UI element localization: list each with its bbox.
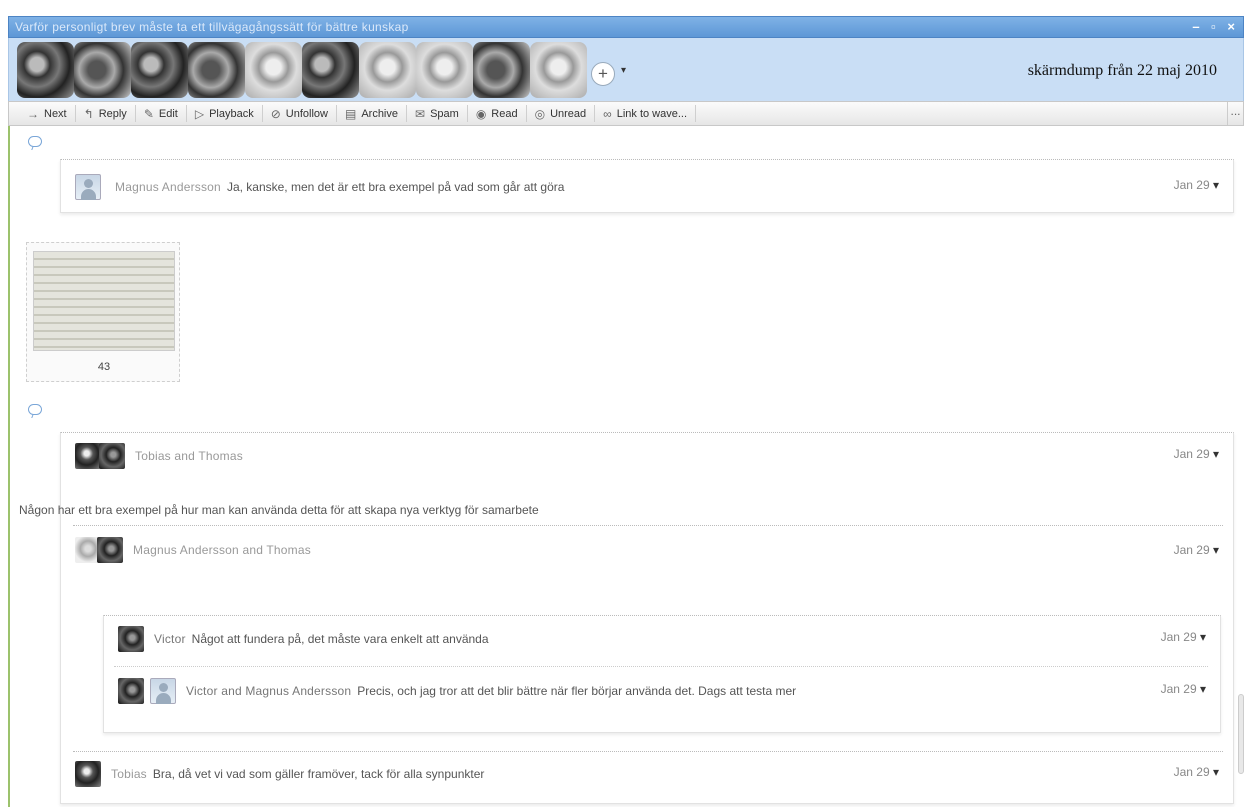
blip-date-menu[interactable]: Jan 29: [1161, 682, 1206, 696]
participant-avatar[interactable]: [530, 42, 587, 98]
comment-bubble-icon[interactable]: [28, 136, 42, 147]
blip-date-menu[interactable]: Jan 29: [1174, 178, 1219, 192]
blip-text: Ja, kanske, men det är ett bra exempel p…: [226, 180, 565, 194]
scrollbar[interactable]: [1238, 694, 1244, 774]
add-participant-button[interactable]: +: [591, 62, 615, 86]
eye-icon: ◉: [475, 106, 487, 121]
avatar: [97, 537, 123, 563]
unread-label: Unread: [550, 107, 587, 120]
unfollow-icon: ⊘: [270, 106, 281, 121]
blip-author: Victor and Magnus Andersson: [186, 684, 352, 698]
wave-content: Magnus Andersson Ja, kanske, men det är …: [8, 126, 1244, 807]
arrow-right-icon: →: [27, 106, 39, 121]
avatar: [75, 443, 101, 469]
blip-author: Tobias: [111, 767, 147, 781]
next-label: Next: [44, 107, 67, 120]
link-to-wave-button[interactable]: ∞ Link to wave...: [595, 105, 697, 122]
window-title-bar: Varför personligt brev måste ta ett till…: [8, 16, 1244, 38]
play-icon: ▷: [194, 106, 205, 121]
blip-header: Magnus Andersson Ja, kanske, men det är …: [75, 174, 564, 200]
participant-avatar[interactable]: [17, 42, 74, 98]
participant-avatar[interactable]: [473, 42, 530, 98]
blip-author: Tobias and Thomas: [135, 449, 243, 463]
participant-avatar[interactable]: [302, 42, 359, 98]
participant-avatar[interactable]: [245, 42, 302, 98]
spam-label: Spam: [430, 107, 459, 120]
blip-date-menu[interactable]: Jan 29: [1161, 630, 1206, 644]
link-to-wave-label: Link to wave...: [616, 107, 688, 120]
spam-icon: ✉: [415, 106, 426, 121]
blip-date-menu[interactable]: Jan 29: [1174, 447, 1219, 461]
attachment-image: [33, 251, 175, 351]
blip-text: Något att fundera på, det måste vara enk…: [191, 632, 489, 646]
window-controls: – ▫ ×: [1184, 19, 1235, 34]
participant-avatar[interactable]: [188, 42, 245, 98]
attachment-thumbnail[interactable]: 43: [26, 242, 180, 382]
avatar: [150, 678, 176, 704]
playback-label: Playback: [209, 107, 254, 120]
wave-toolbar: → Next ↰ Reply ✎ Edit ▷ Playback ⊘ Unfollow ▤…: [8, 101, 1244, 126]
blip-header: Tobias and Thomas: [75, 443, 243, 469]
blip-author: Victor: [154, 632, 186, 646]
eye-closed-icon: ◎: [534, 106, 546, 121]
archive-label: Archive: [361, 107, 398, 120]
blip-body: Någon har ett bra exempel på hur man kan…: [19, 503, 539, 517]
divider: [114, 666, 1208, 667]
playback-button[interactable]: ▷ Playback: [187, 105, 263, 122]
participant-avatar[interactable]: [131, 42, 188, 98]
avatar: [118, 626, 144, 652]
wave-title: Varför personligt brev måste ta ett till…: [15, 20, 409, 34]
divider: [73, 525, 1223, 526]
link-icon: ∞: [603, 106, 612, 121]
blip-header: Magnus Andersson and Thomas: [75, 537, 311, 563]
reply-button[interactable]: ↰ Reply: [76, 105, 136, 122]
blip[interactable]: Magnus Andersson Ja, kanske, men det är …: [60, 159, 1234, 213]
toolbar-more-button[interactable]: ...: [1227, 102, 1243, 125]
participant-avatar[interactable]: [74, 42, 131, 98]
unfollow-button[interactable]: ⊘ Unfollow: [263, 105, 337, 122]
maximize-icon[interactable]: ▫: [1211, 19, 1216, 34]
edit-label: Edit: [158, 107, 178, 120]
participants-header: + ▾ skärmdump från 22 maj 2010: [8, 38, 1244, 101]
participant-avatar[interactable]: [359, 42, 416, 98]
blip[interactable]: Tobias and Thomas Jan 29 Någon har ett b…: [19, 432, 1234, 804]
attachment-caption: 43: [97, 361, 111, 373]
comment-bubble-icon[interactable]: [28, 404, 42, 415]
blip-date-menu[interactable]: Jan 29: [1174, 765, 1219, 779]
divider: [73, 751, 1223, 752]
archive-button[interactable]: ▤ Archive: [337, 105, 407, 122]
read-label: Read: [491, 107, 518, 120]
add-participant-dropdown-icon[interactable]: ▾: [621, 65, 626, 76]
blip-header: Victor Något att fundera på, det måste v…: [118, 626, 489, 652]
unfollow-label: Unfollow: [285, 107, 328, 120]
read-button[interactable]: ◉ Read: [468, 105, 527, 122]
spam-button[interactable]: ✉ Spam: [407, 105, 468, 122]
blip-header: Tobias Bra, då vet vi vad som gäller fra…: [75, 761, 484, 787]
blip-header: Victor and Magnus Andersson Precis, och …: [118, 678, 796, 704]
archive-icon: ▤: [344, 106, 357, 121]
participant-avatars: [17, 42, 587, 98]
reply-label: Reply: [98, 107, 127, 120]
avatar: [118, 678, 144, 704]
screenshot-caption: skärmdump från 22 maj 2010: [1027, 62, 1217, 79]
reply-icon: ↰: [83, 106, 94, 121]
avatar: [75, 761, 101, 787]
blip-text: Precis, och jag tror att det blir bättre…: [357, 684, 797, 698]
unread-button[interactable]: ◎ Unread: [527, 105, 596, 122]
nested-blip[interactable]: Victor Något att fundera på, det måste v…: [103, 615, 1221, 733]
participant-avatar[interactable]: [416, 42, 473, 98]
blip-date-menu[interactable]: Jan 29: [1174, 543, 1219, 557]
next-button[interactable]: → Next: [19, 105, 76, 122]
minimize-icon[interactable]: –: [1192, 19, 1199, 34]
blip-author: Magnus Andersson: [115, 180, 221, 194]
blip-author: Magnus Andersson and Thomas: [133, 543, 311, 557]
close-icon[interactable]: ×: [1227, 19, 1235, 34]
avatar: [99, 443, 125, 469]
edit-button[interactable]: ✎ Edit: [136, 105, 187, 122]
avatar: [75, 174, 101, 200]
blip-text: Bra, då vet vi vad som gäller framöver, …: [152, 767, 485, 781]
blip-text: Någon har ett bra exempel på hur man kan…: [19, 503, 539, 517]
pencil-icon: ✎: [143, 106, 154, 121]
